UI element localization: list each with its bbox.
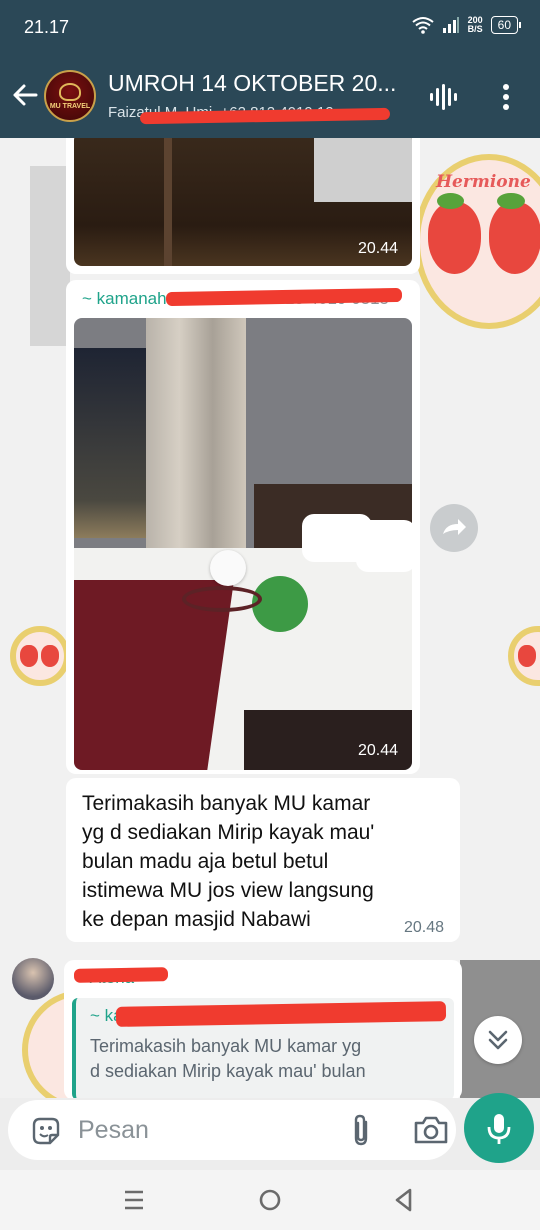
photo-window-frame: [314, 138, 412, 202]
photo-balloon-green: [252, 576, 308, 632]
message-time: 20.44: [358, 240, 399, 257]
group-avatar-brand: MU TRAVEL: [49, 102, 91, 110]
compose-bar: [0, 1093, 540, 1170]
redaction-mark: [73, 967, 169, 983]
back-nav-icon[interactable]: [388, 1184, 420, 1216]
photo-pillow: [356, 520, 412, 572]
message-line: bulan madu aja betul betul: [82, 850, 329, 873]
net-speed: 200 B/S: [468, 16, 483, 34]
recent-apps-icon[interactable]: [118, 1184, 150, 1216]
text-message[interactable]: Terimakasih banyak MU kamar yg d sediaka…: [66, 778, 460, 942]
logo-crest-icon: [59, 82, 81, 101]
wallpaper-label: Hermione: [436, 172, 531, 192]
home-icon[interactable]: [254, 1184, 286, 1216]
message-line: Terimakasih banyak MU kamar: [82, 792, 371, 815]
message-line: yg d sediakan Mirip kayak mau': [82, 821, 375, 844]
system-nav-bar: [0, 1170, 540, 1230]
quoted-message[interactable]: ~ kamanah12 +62 813 4019 0815 Terimakasi…: [72, 998, 454, 1098]
reply-message[interactable]: ~ Atena ~ kamanah12 +62 813 4019 0815 Te…: [64, 960, 462, 1098]
attachment-icon[interactable]: [346, 1112, 376, 1148]
voice-record-button[interactable]: [464, 1093, 534, 1163]
photo-flower-garland: [182, 586, 262, 612]
message-time: 20.48: [404, 919, 445, 936]
status-bar: 21.17 200 B/S 60: [0, 0, 540, 54]
message-line: istimewa MU jos view langsung: [82, 879, 374, 902]
voice-call-icon[interactable]: [428, 82, 460, 112]
sender-avatar[interactable]: [12, 958, 54, 1000]
image-message[interactable]: ~ kamanah12 +62 813 4019 0815 20.44: [66, 280, 420, 774]
camera-icon[interactable]: [412, 1114, 450, 1146]
quote-text: Terimakasih banyak MU kamar yg d sediaka…: [90, 1034, 366, 1084]
sticker-emoji-icon[interactable]: [30, 1115, 62, 1147]
group-avatar[interactable]: MU TRAVEL: [44, 70, 96, 122]
photo-bed-base: [244, 710, 412, 770]
quote-line: d sediakan Mirip kayak mau' bulan: [90, 1061, 366, 1081]
wallpaper-sticker-small: [508, 626, 540, 686]
signal-icon: [442, 17, 459, 33]
battery-icon: 60: [490, 16, 522, 34]
status-time: 21.17: [24, 17, 70, 37]
message-photo[interactable]: [74, 318, 412, 770]
scroll-to-bottom-button[interactable]: [474, 1016, 522, 1064]
wallpaper-badge-left-rect: [30, 166, 70, 346]
battery-level: 60: [497, 18, 511, 32]
back-arrow-icon[interactable]: [10, 80, 40, 110]
compose-pill: [8, 1100, 456, 1160]
forward-button[interactable]: [430, 504, 478, 552]
message-text: Terimakasih banyak MU kamar yg d sediaka…: [82, 789, 374, 934]
photo-window: [74, 348, 146, 538]
chat-header: MU TRAVEL UMROH 14 OKTOBER 20... Faizatu…: [0, 54, 540, 138]
group-title[interactable]: UMROH 14 OKTOBER 20...: [108, 70, 408, 97]
message-line: ke depan masjid Nabawi: [82, 908, 311, 931]
forward-icon: [443, 519, 466, 535]
more-options-icon[interactable]: [496, 82, 516, 112]
photo-balloon-white: [210, 550, 246, 586]
message-time: 20.44: [358, 742, 399, 759]
double-chevron-down-icon: [488, 1030, 508, 1050]
image-message[interactable]: 20.44: [66, 138, 420, 274]
net-speed-unit: B/S: [467, 24, 483, 34]
wallpaper-sticker-small: [10, 626, 70, 686]
message-input[interactable]: [78, 1112, 328, 1148]
microphone-icon: [487, 1114, 511, 1144]
quote-line: Terimakasih banyak MU kamar yg: [90, 1036, 362, 1056]
photo-window-frame: [164, 138, 172, 266]
wifi-icon: [411, 17, 434, 34]
status-icons: 200 B/S 60: [411, 16, 522, 34]
chat-area[interactable]: Hermione 20.44 ~ kamanah12 +62 813 4019 …: [0, 138, 540, 1098]
